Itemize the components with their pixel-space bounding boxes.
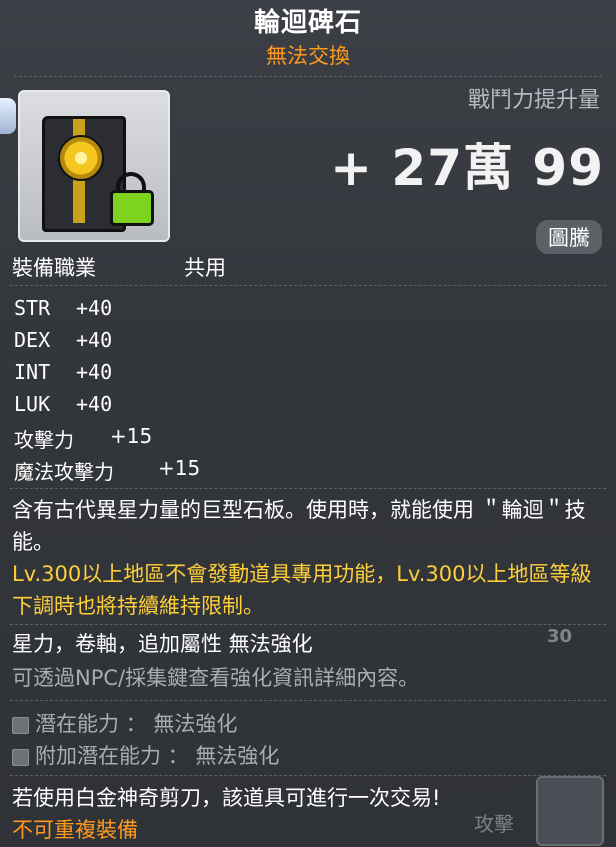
stat-value: +15 (158, 456, 201, 480)
item-type-badge: 圖騰 (536, 220, 602, 254)
potential-icon (12, 716, 29, 734)
combat-power-label: 戰鬥力提升量 (467, 88, 600, 113)
background-number: 30 (546, 626, 572, 647)
combat-power-value: + 27萬 99 (330, 139, 604, 197)
enhancement-status: 星力，卷軸，追加屬性 無法強化 (12, 632, 313, 656)
item-icon-frame (18, 90, 170, 242)
trade-status: 無法交換 (266, 44, 350, 68)
divider (10, 285, 606, 286)
stat-row: STR +40 (14, 296, 112, 320)
stat-value: +40 (76, 392, 113, 416)
stat-row: 攻擊力 +15 (14, 424, 152, 453)
stat-row: LUK +40 (14, 392, 112, 416)
divider (10, 488, 606, 489)
additional-potential-icon (12, 748, 29, 766)
item-name: 輪迴碑石 (253, 8, 362, 38)
enhancement-note: 可透過NPC/採集鍵查看強化資訊詳細內容。 (12, 666, 420, 690)
potential-row: 附加潛在能力 ： 無法強化 (12, 740, 279, 770)
stat-value: +40 (76, 328, 113, 352)
equip-restriction: 不可重複裝備 (12, 818, 138, 842)
divider (10, 775, 606, 776)
stat-name: 攻擊力 (14, 428, 74, 452)
job-label: 裝備職業 (12, 256, 96, 280)
stat-value: +15 (110, 424, 153, 448)
potential-label: 潛在能力 ： 無法強化 (35, 712, 238, 736)
title-divider (14, 76, 602, 77)
item-tooltip: 輪迴碑石 無法交換 戰鬥力提升量 + 27萬 99 圖騰 裝備職業 共用 STR… (0, 0, 616, 847)
stat-value: +40 (76, 360, 113, 384)
stat-name: 魔法攻擊力 (14, 460, 114, 484)
stat-row: 魔法攻擊力 +15 (14, 456, 200, 485)
stat-name: INT (14, 360, 51, 384)
background-glint (0, 98, 16, 134)
potential-row: 潛在能力 ： 無法強化 (12, 708, 237, 738)
stat-row: DEX +40 (14, 328, 112, 352)
potential-label: 附加潛在能力 ： 無法強化 (35, 744, 280, 768)
stat-row: INT +40 (14, 360, 112, 384)
level-restriction-warning: Lv.300以上地區不會發動道具專用功能，Lv.300以上地區等級下調時也將持續… (12, 562, 592, 618)
stat-name: STR (14, 296, 51, 320)
divider (10, 624, 606, 625)
stat-name: LUK (14, 392, 51, 416)
scissors-note: 若使用白金神奇剪刀，該道具可進行一次交易! (12, 786, 441, 810)
background-skill-slot (536, 776, 604, 846)
divider (10, 700, 606, 701)
lock-icon (110, 190, 154, 226)
stat-name: DEX (14, 328, 51, 352)
job-value: 共用 (184, 256, 226, 280)
stone-gem (58, 135, 104, 181)
background-attack-label: 攻擊 (474, 812, 514, 836)
stat-value: +40 (76, 296, 113, 320)
item-description: 含有古代異星力量的巨型石板。使用時，就能使用 ＂輪迴＂技能。 (12, 498, 586, 554)
